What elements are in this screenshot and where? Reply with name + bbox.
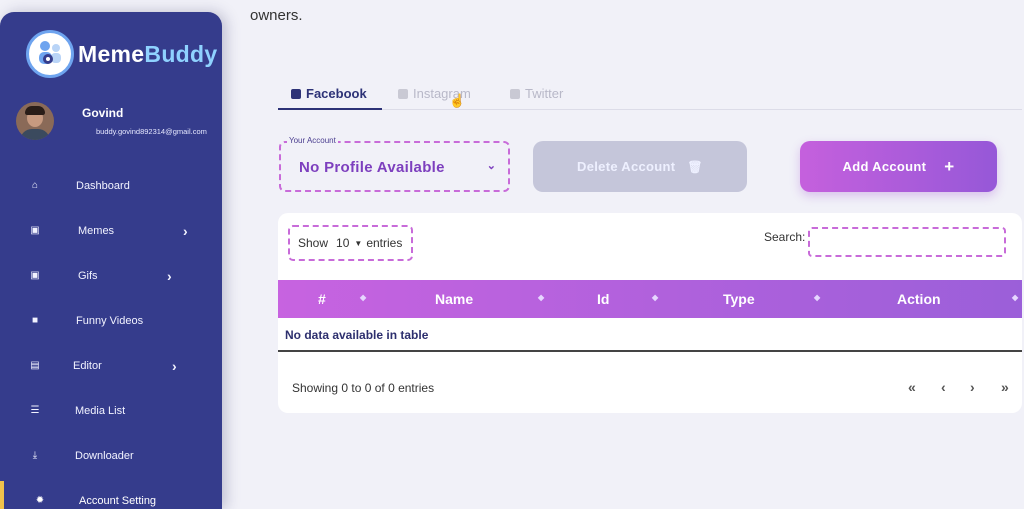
- sidebar-item-label: Downloader: [75, 449, 134, 462]
- sidebar-nav: ⌂ Dashboard ▣ Memes › ▣ Gifs › ■ Funny V…: [0, 163, 222, 509]
- trash-icon: 🗑: [687, 159, 703, 174]
- user-profile[interactable]: Govind buddy.govind892314@gmail.com: [16, 102, 222, 140]
- sort-icon: ◆: [538, 293, 545, 302]
- column-header-name[interactable]: Name: [435, 291, 473, 307]
- tab-label: Facebook: [306, 86, 367, 101]
- platform-tabs: Facebook Instagram Twitter: [280, 82, 1022, 110]
- twitter-icon: [510, 88, 520, 99]
- intro-text: owners.: [250, 7, 303, 24]
- account-select-value: No Profile Available: [299, 159, 445, 176]
- file-icon: ▤: [30, 360, 40, 371]
- column-header-number[interactable]: #: [318, 291, 326, 307]
- sort-icon: ◆: [814, 293, 821, 302]
- images-icon: ▣: [30, 225, 40, 236]
- sidebar-item-label: Gifs: [78, 269, 98, 282]
- button-label: Delete Account: [577, 159, 676, 174]
- sidebar-item-label: Dashboard: [76, 179, 130, 192]
- chevron-right-icon: ›: [172, 357, 177, 374]
- first-page-button[interactable]: «: [908, 379, 916, 395]
- sidebar-item-label: Memes: [78, 224, 115, 237]
- list-icon: ☰: [30, 405, 40, 416]
- tab-facebook[interactable]: Facebook: [291, 86, 367, 101]
- tab-label: Twitter: [525, 86, 564, 101]
- brand[interactable]: MemeBuddy: [26, 30, 217, 78]
- plus-icon: +: [944, 156, 955, 176]
- table-info: Showing 0 to 0 of 0 entries: [292, 381, 435, 395]
- column-header-action[interactable]: Action: [897, 291, 941, 307]
- sort-icon: ◆: [1012, 293, 1019, 302]
- chevron-right-icon: ›: [183, 222, 188, 239]
- avatar: [16, 102, 54, 140]
- active-item-marker: [0, 481, 4, 509]
- accounts-table-card: Show 10 ▼ entries Search: # ◆ Name ◆ Id ◆…: [278, 213, 1022, 413]
- brand-name: MemeBuddy: [78, 40, 218, 67]
- show-label: Show: [298, 236, 329, 250]
- active-tab-underline: [278, 108, 382, 110]
- last-page-button[interactable]: »: [1001, 379, 1009, 395]
- entries-select[interactable]: 10 ▼: [336, 236, 362, 250]
- sort-icon: ◆: [360, 293, 367, 302]
- account-select[interactable]: Your Account No Profile Available ⌄: [279, 136, 510, 192]
- chevron-down-icon: ▼: [354, 238, 363, 248]
- download-icon: ⤓: [32, 450, 38, 461]
- entries-length-control: Show 10 ▼ entries: [288, 225, 413, 261]
- column-header-id[interactable]: Id: [597, 291, 609, 307]
- sidebar-item-downloader[interactable]: ⤓ Downloader: [0, 433, 222, 478]
- chevron-down-icon: ⌄: [486, 160, 496, 172]
- sidebar-item-label: Editor: [73, 359, 102, 372]
- table-header: # ◆ Name ◆ Id ◆ Type ◆ Action ◆: [278, 280, 1022, 318]
- home-icon: ⌂: [31, 180, 39, 191]
- sidebar-item-gifs[interactable]: ▣ Gifs ›: [0, 253, 222, 298]
- next-page-button[interactable]: ›: [970, 379, 975, 395]
- sidebar-item-account-setting[interactable]: ✹ Account Setting: [0, 478, 222, 509]
- chevron-right-icon: ›: [167, 267, 172, 284]
- button-label: Add Account: [842, 159, 927, 174]
- facebook-icon: [291, 88, 301, 99]
- sort-icon: ◆: [652, 293, 659, 302]
- hand-cursor-icon: ☝: [449, 93, 466, 108]
- sidebar-item-label: Account Setting: [79, 494, 157, 507]
- sidebar-item-label: Media List: [75, 404, 126, 417]
- add-account-button[interactable]: Add Account +: [800, 141, 997, 192]
- images-icon: ▣: [30, 270, 40, 281]
- memebuddy-logo-icon: [26, 30, 74, 78]
- search-input[interactable]: [808, 227, 1006, 257]
- gear-icon: ✹: [35, 495, 45, 506]
- video-icon: ■: [31, 315, 39, 326]
- sidebar: MemeBuddy Govind buddy.govind892314@gmai…: [0, 12, 222, 509]
- search-label: Search:: [764, 230, 806, 244]
- empty-table-message: No data available in table: [285, 328, 429, 342]
- instagram-icon: [398, 88, 408, 99]
- user-email: buddy.govind892314@gmail.com: [96, 127, 207, 136]
- previous-page-button[interactable]: ‹: [941, 379, 946, 395]
- sidebar-item-funny-videos[interactable]: ■ Funny Videos: [0, 298, 222, 343]
- sidebar-item-label: Funny Videos: [76, 314, 144, 327]
- column-header-type[interactable]: Type: [723, 291, 755, 307]
- table-divider: [278, 350, 1022, 352]
- account-select-legend: Your Account: [287, 136, 338, 145]
- sidebar-item-memes[interactable]: ▣ Memes ›: [0, 208, 222, 253]
- tab-twitter[interactable]: Twitter: [510, 86, 563, 101]
- sidebar-item-media-list[interactable]: ☰ Media List: [0, 388, 222, 433]
- user-name: Govind: [82, 106, 124, 120]
- delete-account-button[interactable]: Delete Account 🗑: [533, 141, 747, 192]
- entries-label: entries: [366, 236, 403, 250]
- sidebar-item-dashboard[interactable]: ⌂ Dashboard: [0, 163, 222, 208]
- sidebar-item-editor[interactable]: ▤ Editor ›: [0, 343, 222, 388]
